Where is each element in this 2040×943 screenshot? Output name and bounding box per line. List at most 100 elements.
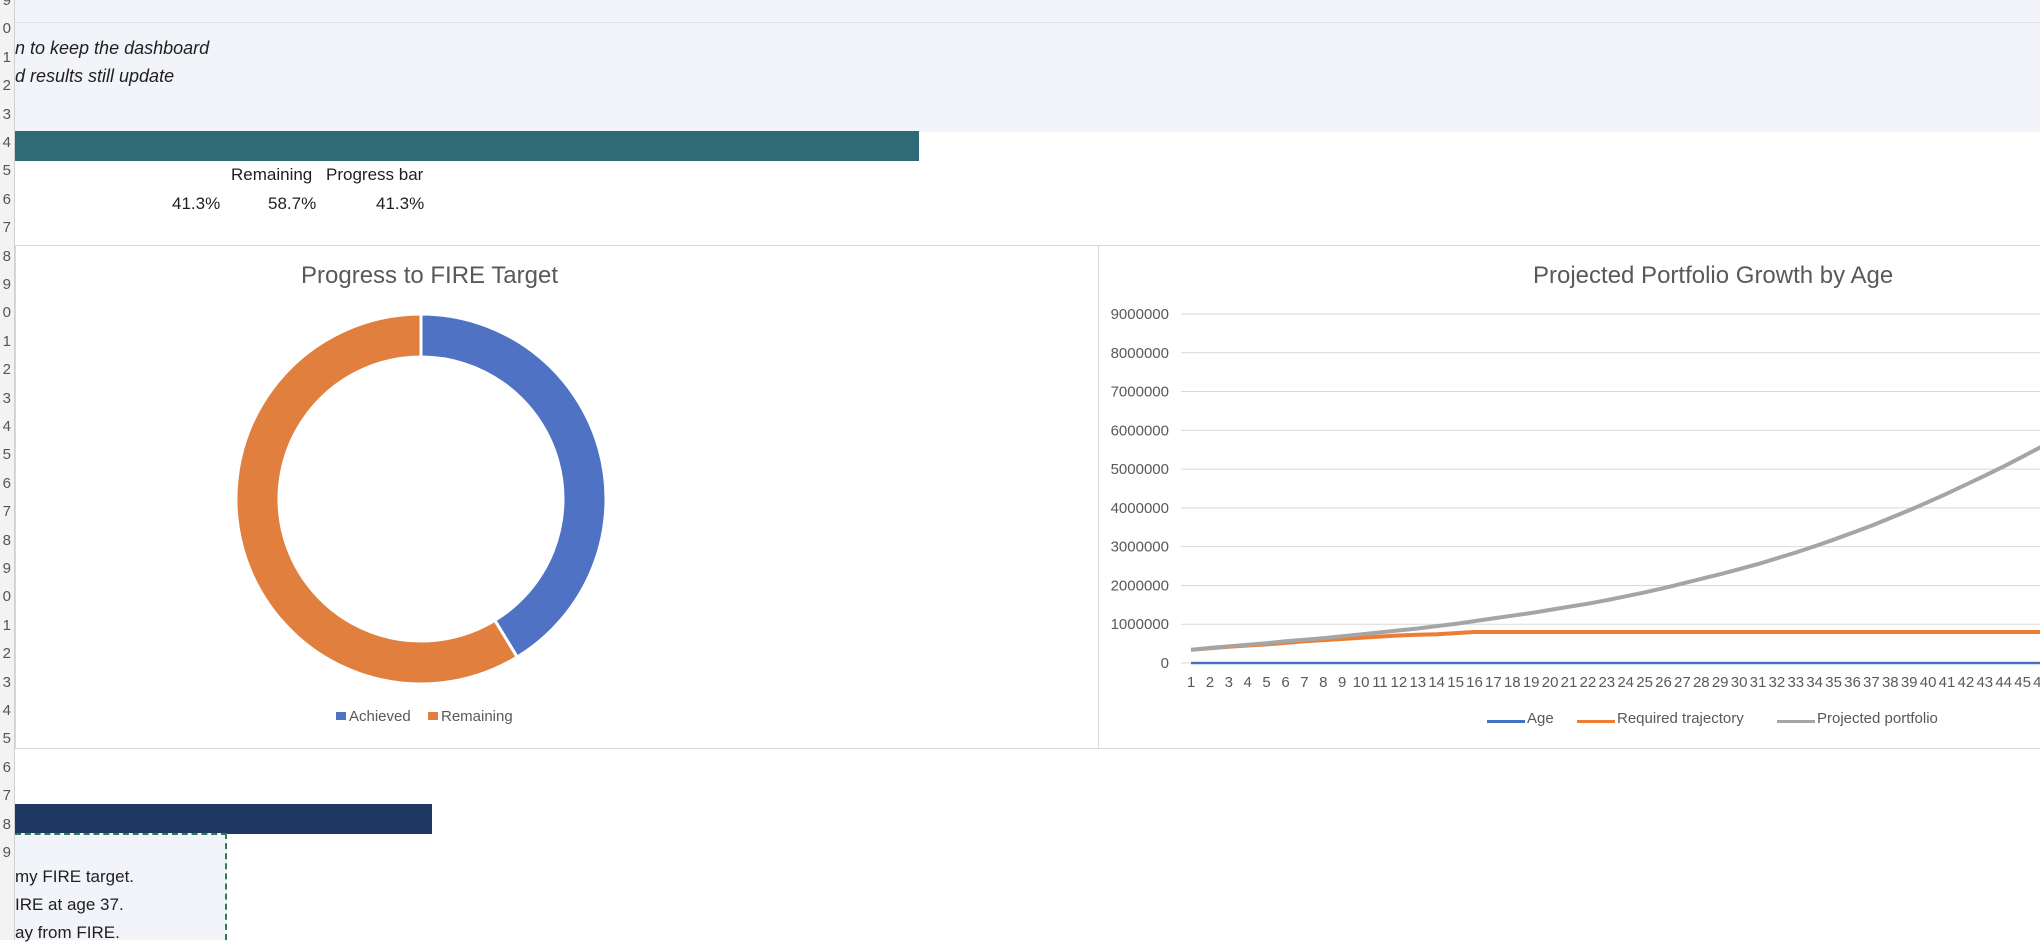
- row-number[interactable]: 0: [3, 305, 11, 321]
- legend-line-required: [1577, 720, 1615, 723]
- x-tick-label: 26: [1655, 674, 1672, 691]
- row-number[interactable]: 6: [3, 192, 11, 208]
- legend-age: Age: [1527, 710, 1554, 727]
- y-tick-label: 5000000: [1111, 461, 1169, 478]
- row-number[interactable]: 6: [3, 476, 11, 492]
- x-tick-label: 8: [1319, 674, 1327, 691]
- x-tick-label: 25: [1636, 674, 1653, 691]
- legend-required: Required trajectory: [1617, 710, 1744, 727]
- row-number[interactable]: 9: [3, 845, 11, 861]
- x-tick-label: 46: [2033, 674, 2040, 691]
- summary-line-2: IRE at age 37.: [15, 895, 124, 915]
- notes-band: [15, 0, 2040, 132]
- x-tick-label: 39: [1901, 674, 1918, 691]
- x-tick-label: 19: [1523, 674, 1540, 691]
- y-tick-label: 9000000: [1111, 306, 1169, 323]
- line-chart[interactable]: Projected Portfolio Growth by Age 010000…: [1098, 245, 2040, 749]
- note-line-1: n to keep the dashboard: [15, 38, 209, 59]
- x-tick-label: 35: [1825, 674, 1842, 691]
- x-tick-label: 21: [1561, 674, 1578, 691]
- line-svg: 0100000020000003000000400000050000006000…: [1099, 246, 2040, 746]
- row-number[interactable]: 4: [3, 703, 11, 719]
- row-number[interactable]: 3: [3, 107, 11, 123]
- row-number[interactable]: 3: [3, 391, 11, 407]
- x-tick-label: 4: [1244, 674, 1252, 691]
- legend-line-age: [1487, 720, 1525, 723]
- x-tick-label: 14: [1428, 674, 1445, 691]
- x-tick-label: 18: [1504, 674, 1521, 691]
- row-number[interactable]: 2: [3, 362, 11, 378]
- x-tick-label: 10: [1353, 674, 1370, 691]
- y-tick-label: 7000000: [1111, 384, 1169, 401]
- x-tick-label: 42: [1958, 674, 1975, 691]
- x-tick-label: 20: [1542, 674, 1559, 691]
- header-remaining[interactable]: Remaining: [231, 165, 312, 185]
- x-tick-label: 36: [1844, 674, 1861, 691]
- x-tick-label: 30: [1731, 674, 1748, 691]
- row-number[interactable]: 9: [3, 0, 11, 9]
- doughnut-chart[interactable]: Progress to FIRE Target Achieved Remaini…: [15, 245, 1099, 749]
- row-number[interactable]: 5: [3, 163, 11, 179]
- x-tick-label: 6: [1281, 674, 1289, 691]
- legend-swatch-remaining: [428, 712, 438, 720]
- row-number[interactable]: 0: [3, 589, 11, 605]
- summary-header-bar[interactable]: [15, 804, 432, 834]
- x-tick-label: 29: [1712, 674, 1729, 691]
- value-remaining-pct[interactable]: 58.7%: [268, 194, 316, 214]
- y-tick-label: 6000000: [1111, 422, 1169, 439]
- x-tick-label: 1: [1187, 674, 1195, 691]
- row-number[interactable]: 9: [3, 561, 11, 577]
- x-tick-label: 24: [1617, 674, 1634, 691]
- x-tick-label: 5: [1262, 674, 1270, 691]
- row-number[interactable]: 3: [3, 675, 11, 691]
- x-tick-label: 40: [1920, 674, 1937, 691]
- doughnut-svg: [16, 246, 1098, 746]
- x-tick-label: 2: [1206, 674, 1214, 691]
- row-number[interactable]: 9: [3, 277, 11, 293]
- y-tick-label: 8000000: [1111, 345, 1169, 362]
- x-tick-label: 45: [2014, 674, 2031, 691]
- slice-remaining[interactable]: [236, 314, 517, 684]
- header-progress-bar[interactable]: Progress bar: [326, 165, 423, 185]
- section-header-bar[interactable]: [15, 131, 919, 161]
- row-number[interactable]: 8: [3, 249, 11, 265]
- x-tick-label: 28: [1693, 674, 1710, 691]
- row-number[interactable]: 7: [3, 220, 11, 236]
- y-tick-label: 4000000: [1111, 500, 1169, 517]
- row-number[interactable]: 4: [3, 135, 11, 151]
- row-number[interactable]: 1: [3, 50, 11, 66]
- row-number[interactable]: 8: [3, 533, 11, 549]
- x-tick-label: 22: [1580, 674, 1597, 691]
- series-required-line[interactable]: [1191, 632, 2040, 650]
- y-tick-label: 3000000: [1111, 539, 1169, 556]
- y-tick-label: 1000000: [1111, 616, 1169, 633]
- row-number[interactable]: 6: [3, 760, 11, 776]
- slice-achieved[interactable]: [421, 314, 606, 657]
- row-number[interactable]: 5: [3, 731, 11, 747]
- row-number[interactable]: 4: [3, 419, 11, 435]
- row-number[interactable]: 5: [3, 447, 11, 463]
- row-number[interactable]: 1: [3, 618, 11, 634]
- value-progress-bar[interactable]: 41.3%: [376, 194, 424, 214]
- row-number[interactable]: 2: [3, 78, 11, 94]
- x-tick-label: 13: [1409, 674, 1426, 691]
- x-tick-label: 3: [1225, 674, 1233, 691]
- legend-swatch-achieved: [336, 712, 346, 720]
- row-number[interactable]: 0: [3, 21, 11, 37]
- value-achieved-pct[interactable]: 41.3%: [172, 194, 220, 214]
- series-projected-line[interactable]: [1191, 436, 2040, 650]
- row-number[interactable]: 7: [3, 788, 11, 804]
- summary-line-3: ay from FIRE.: [15, 923, 120, 943]
- row-number[interactable]: 2: [3, 646, 11, 662]
- x-tick-label: 15: [1447, 674, 1464, 691]
- x-tick-label: 11: [1372, 674, 1388, 691]
- y-tick-label: 0: [1161, 655, 1169, 672]
- row-number[interactable]: 1: [3, 334, 11, 350]
- legend-remaining: Remaining: [441, 708, 513, 725]
- row-number[interactable]: 7: [3, 504, 11, 520]
- row-number[interactable]: 8: [3, 817, 11, 833]
- x-tick-label: 38: [1882, 674, 1899, 691]
- x-tick-label: 33: [1787, 674, 1804, 691]
- x-tick-label: 16: [1466, 674, 1483, 691]
- x-tick-label: 34: [1806, 674, 1823, 691]
